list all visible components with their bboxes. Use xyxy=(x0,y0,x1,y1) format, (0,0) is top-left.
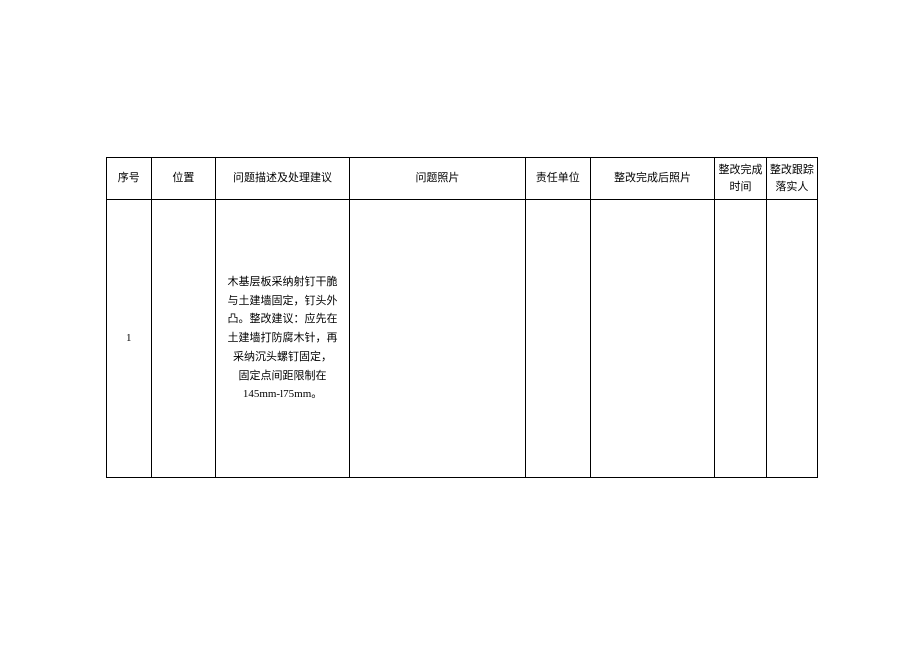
cell-seq: 1 xyxy=(107,200,152,478)
header-time: 整改完成时间 xyxy=(715,158,766,200)
cell-position xyxy=(151,200,216,478)
table-body: 1 木基层板采纳射钉干脆与土建墙固定，钉头外凸。整改建议：应先在土建墙打防腐木针… xyxy=(107,200,818,478)
table-row: 1 木基层板采纳射钉干脆与土建墙固定，钉头外凸。整改建议：应先在土建墙打防腐木针… xyxy=(107,200,818,478)
header-photo1: 问题照片 xyxy=(349,158,525,200)
table-header: 序号 位置 问题描述及处理建议 问题照片 责任单位 整改完成后照片 整改完成时间… xyxy=(107,158,818,200)
cell-photo1 xyxy=(349,200,525,478)
cell-description: 木基层板采纳射钉干脆与土建墙固定，钉头外凸。整改建议：应先在土建墙打防腐木针，再… xyxy=(216,200,350,478)
header-description: 问题描述及处理建议 xyxy=(216,158,350,200)
header-responsible: 责任单位 xyxy=(525,158,590,200)
cell-responsible xyxy=(525,200,590,478)
header-position: 位置 xyxy=(151,158,216,200)
rectification-table: 序号 位置 问题描述及处理建议 问题照片 责任单位 整改完成后照片 整改完成时间… xyxy=(106,157,818,478)
cell-photo2 xyxy=(590,200,715,478)
header-row: 序号 位置 问题描述及处理建议 问题照片 责任单位 整改完成后照片 整改完成时间… xyxy=(107,158,818,200)
cell-person xyxy=(766,200,817,478)
header-seq: 序号 xyxy=(107,158,152,200)
cell-time xyxy=(715,200,766,478)
header-photo2: 整改完成后照片 xyxy=(590,158,715,200)
rectification-table-container: 序号 位置 问题描述及处理建议 问题照片 责任单位 整改完成后照片 整改完成时间… xyxy=(106,157,818,478)
header-person: 整改跟踪落实人 xyxy=(766,158,817,200)
